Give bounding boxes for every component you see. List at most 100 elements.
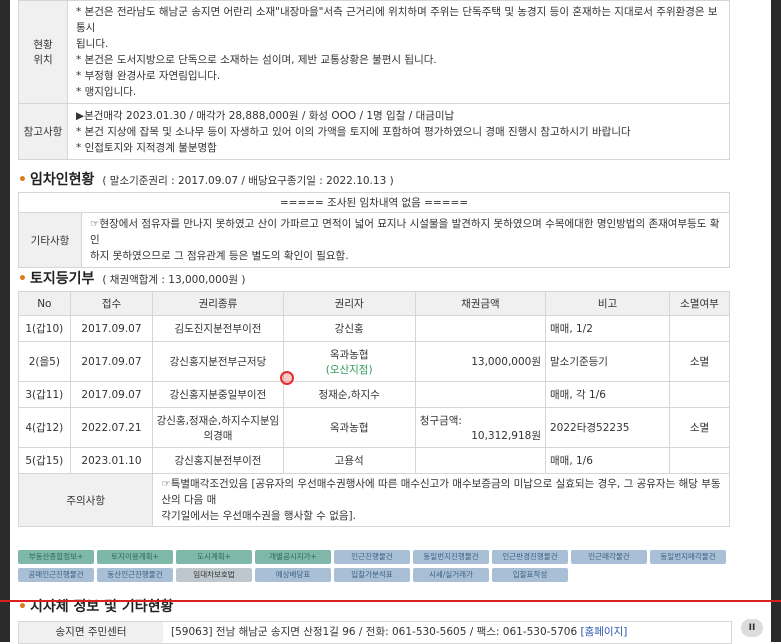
holder-branch: (오산지점) [325, 363, 373, 376]
cell-amount: 13,000,000원 [414, 341, 547, 382]
cell-amount [414, 381, 547, 408]
same-lot-ongoing-button[interactable]: 동일번지진행물건 [413, 550, 489, 564]
reference-header: 참고사항 [18, 103, 68, 160]
col-extinct: 소멸여부 [669, 291, 730, 316]
col-amount: 채권금액 [414, 291, 547, 316]
bullet-icon: • [18, 271, 27, 287]
cell-note: 매매, 각 1/6 [545, 381, 670, 408]
auction-detail-page: 현황 위치 * 본건은 전라남도 해남군 송지면 어란리 소재"내장마을"서측 … [0, 0, 781, 644]
cell-date: 2023.01.10 [69, 447, 154, 474]
etc-header: 기타사항 [18, 212, 82, 268]
local-gov-section-title: • 지자체 정보 및 기타현황 [18, 596, 173, 616]
land-title-text: 토지등기부 [29, 271, 95, 287]
cell-extinct: 소멸 [669, 407, 730, 448]
cell-extinct [669, 381, 730, 408]
bullet-icon: • [18, 172, 27, 188]
cell-holder: 고용석 [282, 447, 416, 474]
nearby-sold-button[interactable]: 인근매각물건 [571, 550, 647, 564]
land-subtitle: ( 채권액합계 : 13,000,000원 ) [102, 274, 246, 286]
cell-holder: 옥과농협 (오산지점) [282, 341, 416, 382]
cell-kind: 김도진지분전부이전 [152, 315, 284, 342]
cell-date: 2017.09.07 [69, 315, 154, 342]
cell-no: 1(갑10) [18, 315, 71, 342]
local-gov-address: [59063] 전남 해남군 송지면 산정1길 96 / 전화: 061-530… [171, 626, 578, 638]
reference-body: ▶본건매각 2023.01.30 / 매각가 28,888,000원 / 화성 … [67, 103, 730, 160]
cell-extinct [669, 447, 730, 474]
pause-icon[interactable]: II [741, 619, 763, 637]
cell-note: 매매, 1/2 [545, 315, 670, 342]
real-estate-info-button[interactable]: 부동산종합정보+ [18, 550, 94, 564]
reference-line: * 인접토지와 지적경계 불분명함 [76, 141, 217, 154]
etc-body: ☞현장에서 점유자를 만나지 못하였고 산이 가파르고 면적이 넓어 묘지나 시… [81, 212, 730, 268]
reference-line: ▶본건매각 2023.01.30 / 매각가 28,888,000원 / 화성 … [76, 109, 455, 122]
same-lot-sold-button[interactable]: 동일번지매각물건 [650, 550, 726, 564]
col-kind: 권리종류 [152, 291, 284, 316]
location-line: * 맹지입니다. [76, 86, 137, 98]
left-dark-margin [0, 0, 10, 642]
col-no: No [18, 291, 71, 316]
cell-note: 2022타경52235 [545, 407, 670, 448]
cell-kind: 강신홍,정재순,하지수지분임의경매 [152, 407, 284, 448]
expected-dividend-button[interactable]: 예상배당표 [255, 568, 331, 582]
cell-note: 매매, 1/6 [545, 447, 670, 474]
cell-no: 2(을5) [18, 341, 71, 382]
table-row: 1(갑10) 2017.09.07 김도진지분전부이전 강신홍 매매, 1/2 [18, 315, 730, 342]
local-gov-row: 송지면 주민센터 [59063] 전남 해남군 송지면 산정1길 96 / 전화… [18, 621, 732, 644]
land-register-section-title: • 토지등기부 ( 채권액합계 : 13,000,000원 ) [18, 268, 246, 288]
cell-holder: 정재순,하지수 [282, 381, 416, 408]
no-tenant-text: ===== 조사된 임차내역 없음 ===== [18, 192, 730, 213]
col-date: 접수 [69, 291, 154, 316]
cell-date: 2017.09.07 [69, 341, 154, 382]
cell-no: 3(갑11) [18, 381, 71, 408]
tenant-title-text: 임차인현황 [29, 172, 95, 188]
radius-ongoing-button[interactable]: 인근반경진행물건 [492, 550, 568, 564]
amount-value: 10,312,918원 [471, 429, 541, 442]
location-line: * 본건은 전라남도 해남군 송지면 어란리 소재"내장마을"서측 근거리에 위… [76, 6, 718, 34]
holder-name: 옥과농협 [329, 348, 369, 361]
cell-amount [414, 315, 547, 342]
location-line: 됩니다. [76, 38, 109, 50]
bid-analysis-button[interactable]: 입찰가분석표 [334, 568, 410, 582]
cell-amount: 청구금액: 10,312,918원 [414, 407, 547, 448]
land-use-plan-button[interactable]: 토지이용계획+ [97, 550, 173, 564]
homepage-link[interactable]: [홈페이지] [581, 626, 628, 638]
cell-kind: 강신홍지분전부이전 [152, 447, 284, 474]
cell-no: 4(갑12) [18, 407, 71, 448]
table-row: 3(갑11) 2017.09.07 강신홍지분중일부이전 정재순,하지수 매매,… [18, 381, 730, 408]
cursor-highlight-icon [280, 371, 294, 385]
cell-holder: 옥과농협 [282, 407, 416, 448]
location-body: * 본건은 전라남도 해남군 송지면 어란리 소재"내장마을"서측 근거리에 위… [67, 0, 730, 104]
nearby-ongoing-button[interactable]: 인근진행물건 [334, 550, 410, 564]
tenant-section-title: • 임차인현황 ( 말소기준권리 : 2017.09.07 / 배당요구종기일 : … [18, 169, 394, 189]
cell-date: 2017.09.07 [69, 381, 154, 408]
location-line: * 본건은 도서지방으로 단독으로 소재하는 섬이며, 제반 교통상황은 불편시… [76, 54, 437, 66]
caution-line: 각기일에서는 우선매수권을 행사할 수 없음]. [161, 510, 356, 522]
video-progress-bar[interactable] [0, 600, 781, 602]
table-header-row: No 접수 권리종류 권리자 채권금액 비고 소멸여부 [18, 291, 730, 316]
cell-amount [414, 447, 547, 474]
public-auction-nearby-button[interactable]: 공매인근진행물건 [18, 568, 94, 582]
cell-kind: 강신홍지분중일부이전 [152, 381, 284, 408]
link-buttons-row-2: 공매인근진행물건 동산인근진행물건 임대차보호법 예상배당표 입찰가분석표 시세… [18, 568, 568, 582]
caution-body: ☞특별매각조건있음 [공유자의 우선매수권행사에 따른 매수신고가 매수보증금의… [152, 473, 730, 527]
table-row: 5(갑15) 2023.01.10 강신홍지분전부이전 고용석 매매, 1/6 [18, 447, 730, 474]
movable-nearby-button[interactable]: 동산인근진행물건 [97, 568, 173, 582]
location-header: 현황 위치 [18, 0, 68, 104]
local-gov-value: [59063] 전남 해남군 송지면 산정1길 96 / 전화: 061-530… [171, 622, 627, 643]
land-price-button[interactable]: 개별공시지가+ [255, 550, 331, 564]
market-price-button[interactable]: 시세/실거래가 [413, 568, 489, 582]
land-register-table: No 접수 권리종류 권리자 채권금액 비고 소멸여부 1(갑10) 2017.… [17, 291, 730, 527]
bid-form-button[interactable]: 입찰표작성 [492, 568, 568, 582]
table-row: 4(갑12) 2022.07.21 강신홍,정재순,하지수지분임의경매 옥과농협… [18, 407, 730, 448]
col-note: 비고 [545, 291, 670, 316]
cell-kind: 강신홍지분전부근저당 [152, 341, 284, 382]
city-plan-button[interactable]: 도시계획+ [176, 550, 252, 564]
cell-date: 2022.07.21 [69, 407, 154, 448]
tenant-subtitle: ( 말소기준권리 : 2017.09.07 / 배당요구종기일 : 2022.1… [102, 175, 394, 187]
col-holder: 권리자 [282, 291, 416, 316]
cell-no: 5(갑15) [18, 447, 71, 474]
etc-line: ☞현장에서 점유자를 만나지 못하였고 산이 가파르고 면적이 넓어 묘지나 시… [90, 218, 720, 246]
amount-label: 청구금액: [419, 414, 462, 427]
local-gov-header: 송지면 주민센터 [19, 622, 163, 643]
lease-protection-button[interactable]: 임대차보호법 [176, 568, 252, 582]
